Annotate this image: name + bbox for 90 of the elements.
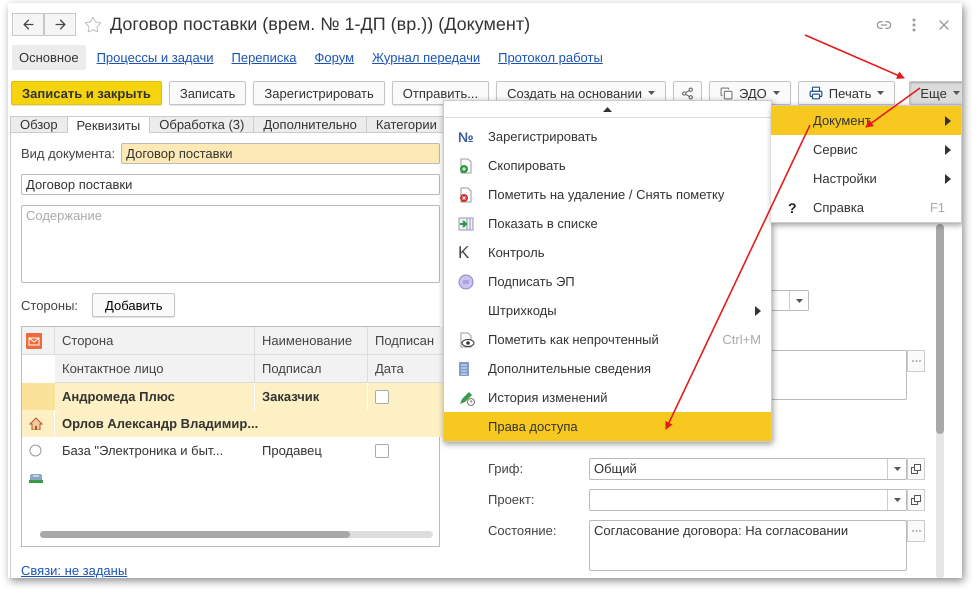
links-link[interactable]: Связи: не заданы [21,563,440,578]
column-header[interactable]: Контактное лицо [55,355,255,383]
back-button[interactable] [12,13,44,36]
documents-icon [720,86,733,100]
glyph-icon: K [458,242,470,262]
table-cell: Андромеда Плюс [62,389,175,404]
caret-icon [952,91,960,95]
envelope-check-icon [26,333,42,349]
delete-document-icon [458,186,474,202]
toolbar-button[interactable]: Записать и закрыть [11,81,162,105]
share-icon [680,86,694,100]
table-cell: База "Электроника и быт... [62,443,224,458]
combo-field[interactable]: Общий [589,458,907,480]
open-button[interactable] [907,458,925,480]
seal-icon [458,274,474,290]
list-icon [458,216,474,230]
section-link[interactable]: Основное [12,44,86,70]
field-label: Стороны: [21,298,78,312]
menu-item[interactable]: Пометить на удаление / Снять пометку [444,180,771,209]
glyph-icon: ? [788,200,797,216]
vertical-scrollbar[interactable] [936,224,944,578]
section-link[interactable]: Переписка [224,44,304,70]
field-label: Состояние: [488,522,558,538]
details-icon [458,360,470,376]
toolbar-button[interactable]: Зарегистрировать [253,81,385,105]
column-header[interactable]: Подписал [255,355,368,383]
tab[interactable]: Реквизиты [66,116,150,133]
menu-item[interactable]: Настройки [771,164,961,193]
forward-button[interactable] [44,13,76,36]
column-header[interactable]: Сторона [55,327,255,355]
open-button[interactable] [907,489,925,511]
menu-item[interactable]: Подписать ЭП [444,267,771,296]
house-icon [29,416,43,430]
menu-item[interactable]: Сервис [771,135,961,164]
menu-item[interactable]: Права доступа [444,412,771,441]
window-title: Договор поставки (врем. № 1-ДП (вр.)) (Документ) [110,14,532,35]
open-window-icon [911,464,921,474]
section-link[interactable]: Процессы и задачи [90,44,220,70]
forward-arrow-icon [52,17,68,32]
ellipsis-button[interactable] [907,350,925,372]
field-label: Вид документа: [21,146,116,161]
section-link[interactable]: Журнал передачи [365,44,488,70]
table-cell: Заказчик [262,389,320,404]
document-eye-icon [458,332,476,348]
combo-field[interactable] [589,489,907,511]
favorite-star-icon[interactable] [84,16,102,34]
text-area-field[interactable]: Согласование договора: На согласовании [589,520,907,571]
tab[interactable]: Дополнительно [253,116,367,133]
name-field[interactable]: Договор поставки [21,174,440,195]
section-link[interactable]: Форум [308,44,362,70]
menu-item[interactable]: Штрихкоды [444,296,771,325]
caret-icon [648,91,655,95]
caret-icon [894,467,900,471]
document-type-field[interactable]: Договор поставки [121,143,440,164]
tab[interactable]: Обработка (3) [149,116,254,133]
vertical-dots-icon [912,18,916,32]
open-window-icon [911,495,921,505]
horizontal-scrollbar[interactable] [40,531,433,538]
pencil-clock-icon [458,390,476,406]
menu-item[interactable]: № Зарегистрировать [444,122,771,151]
section-link[interactable]: Протокол работы [491,44,610,70]
menu-item[interactable]: Скопировать [444,151,771,180]
more-button[interactable]: Еще [909,81,962,105]
toolbar-button[interactable]: Печать [798,81,896,105]
signed-checkbox[interactable] [375,444,389,458]
menu-item[interactable]: K Контроль [444,238,771,267]
table-cell: Орлов Александр Владимир... [62,416,258,431]
caret-icon [877,91,884,95]
radio-icon[interactable] [29,444,42,456]
caret-icon [772,91,780,95]
add-button[interactable]: Добавить [92,293,176,317]
toolbar-button[interactable]: Записать [168,81,246,105]
column-header[interactable]: Наименование [255,327,368,355]
caret-icon [796,298,802,302]
field-label: Проект: [488,491,536,507]
signed-checkbox[interactable] [375,390,389,404]
menu-item[interactable]: Показать в списке [444,209,771,238]
table-cell: Продавец [262,443,322,458]
toolbar-button[interactable]: Отправить... [392,81,490,105]
glyph-icon: № [458,128,474,144]
caret-icon [894,498,900,502]
menu-item[interactable]: ? Справка F1 [771,193,961,222]
menu-item[interactable]: Документ [771,106,961,135]
row-indicator [22,383,55,410]
copy-document-icon [458,158,474,174]
tab[interactable]: Обзор [10,116,68,133]
printer-icon [808,86,823,100]
field-label: Гриф: [488,460,524,476]
building-icon [29,471,43,483]
ellipsis-button[interactable] [907,520,925,542]
